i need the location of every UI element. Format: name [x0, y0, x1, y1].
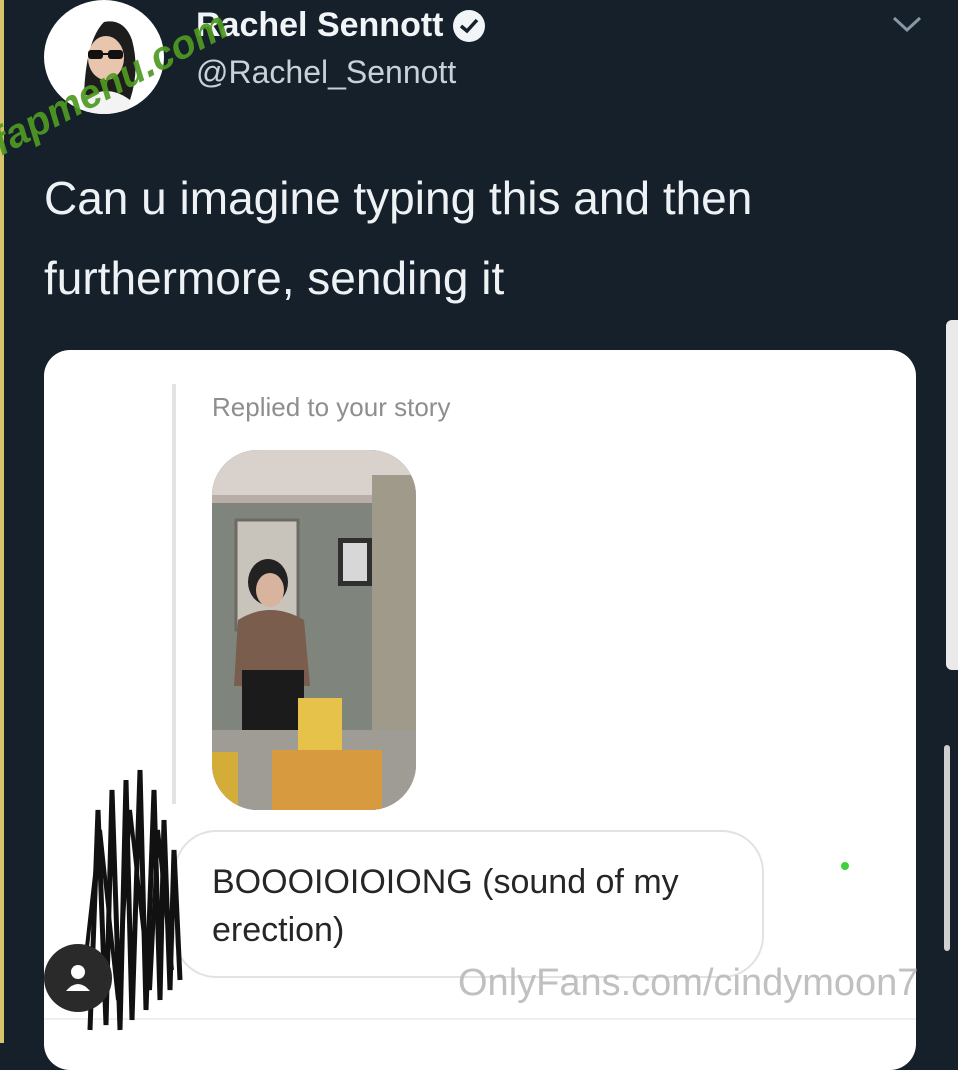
online-dot [841, 862, 849, 870]
verified-badge-icon [453, 9, 486, 42]
user-icon [66, 965, 90, 991]
card-divider [44, 1018, 916, 1020]
watermark-bottom: OnlyFans.com/cindymoon7 [458, 962, 919, 1004]
story-thumbnail[interactable] [212, 450, 416, 810]
display-name-row: Rachel Sennott [196, 6, 486, 45]
user-profile-button[interactable] [44, 944, 112, 1012]
quote-line [172, 384, 176, 804]
replied-label: Replied to your story [212, 392, 451, 422]
scroll-tab [946, 320, 958, 670]
handle[interactable]: @Rachel_Sennott [196, 54, 456, 91]
message-bubble: BOOOIOIOIONG (sound of my erection) [174, 830, 764, 978]
tweet-text: Can u imagine typing this and then furth… [44, 172, 753, 304]
chevron-down-icon[interactable] [890, 10, 924, 38]
scrollbar[interactable] [944, 745, 950, 951]
